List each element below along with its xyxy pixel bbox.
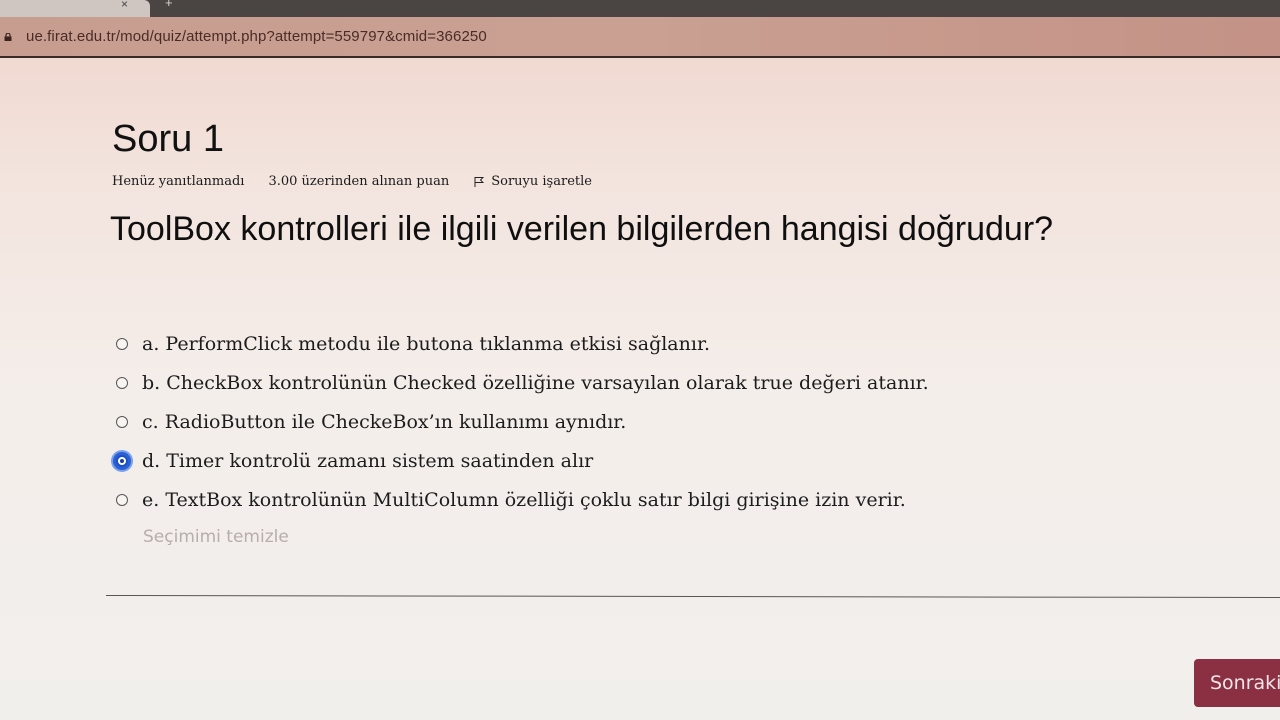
clear-choice-link[interactable]: Seçimimi temizle — [143, 527, 289, 547]
answer-option-d[interactable]: d. Timer kontrolü zamanı sistem saatinde… — [116, 441, 929, 480]
answer-radio-d[interactable] — [116, 454, 128, 467]
answer-option-b[interactable]: b. CheckBox kontrolünün Checked özelliği… — [116, 363, 929, 402]
question-status: Henüz yanıtlanmadı — [112, 174, 245, 189]
next-button[interactable]: Sonraki — [1194, 659, 1280, 707]
question-divider — [106, 594, 1280, 599]
question-mark: 3.00 üzerinden alınan puan — [268, 174, 450, 189]
flag-icon — [474, 176, 485, 187]
browser-tab[interactable]: × — [0, 0, 150, 17]
answer-label-e: e. TextBox kontrolünün MultiColumn özell… — [142, 488, 906, 511]
answer-option-e[interactable]: e. TextBox kontrolünün MultiColumn özell… — [116, 480, 929, 519]
answer-label-d: d. Timer kontrolü zamanı sistem saatinde… — [142, 449, 594, 472]
answer-option-a[interactable]: a. PerformClick metodu ile butona tıklan… — [116, 324, 929, 363]
question-info: Henüz yanıtlanmadı 3.00 üzerinden alınan… — [112, 174, 592, 189]
question-text: ToolBox kontrolleri ile ilgili verilen b… — [110, 210, 1054, 248]
answer-radio-c[interactable] — [116, 415, 128, 428]
toolbar-divider — [0, 56, 1280, 58]
answer-list: a. PerformClick metodu ile butona tıklan… — [116, 324, 929, 519]
answer-label-c: c. RadioButton ile CheckeBox’ın kullanım… — [142, 410, 627, 433]
flag-question-button[interactable]: Soruyu işaretle — [473, 174, 592, 189]
answer-label-a: a. PerformClick metodu ile butona tıklan… — [142, 332, 710, 355]
flag-question-label: Soruyu işaretle — [491, 174, 592, 189]
question-title: Soru 1 — [112, 118, 224, 160]
answer-radio-a[interactable] — [116, 337, 128, 350]
browser-tab-bar: × + — [0, 0, 1280, 17]
new-tab-icon[interactable]: + — [165, 0, 173, 10]
lock-icon — [4, 33, 12, 41]
tab-close-icon[interactable]: × — [121, 0, 128, 11]
answer-radio-e[interactable] — [116, 493, 128, 506]
answer-radio-b[interactable] — [116, 376, 128, 389]
url-text[interactable]: ue.firat.edu.tr/mod/quiz/attempt.php?att… — [26, 28, 487, 45]
answer-option-c[interactable]: c. RadioButton ile CheckeBox’ın kullanım… — [116, 402, 929, 441]
answer-label-b: b. CheckBox kontrolünün Checked özelliği… — [142, 371, 929, 394]
